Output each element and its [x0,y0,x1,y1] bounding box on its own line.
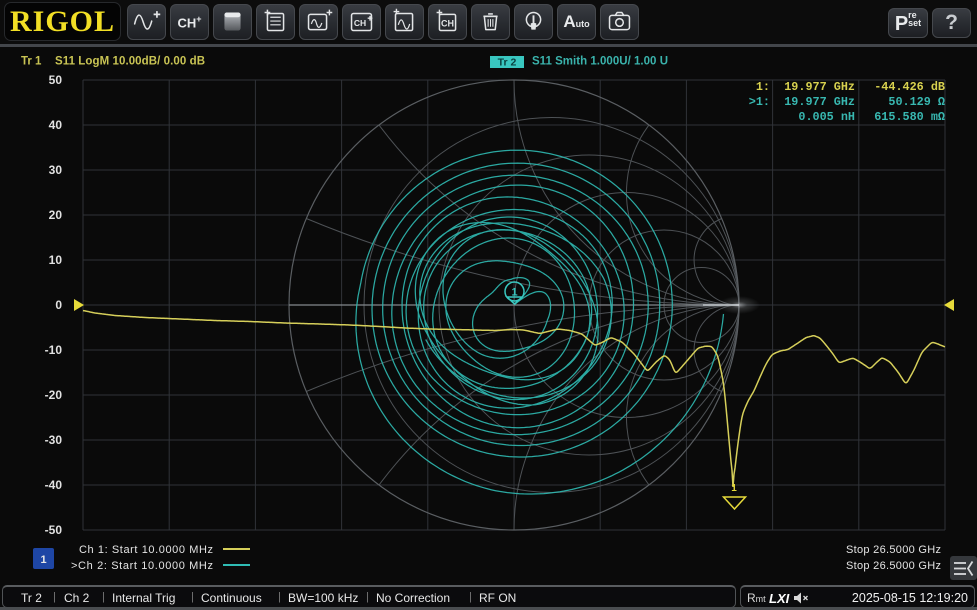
svg-text:19.977 GHz: 19.977 GHz [784,80,855,94]
svg-text:Tr 2: Tr 2 [498,57,517,69]
svg-text:1: 1 [40,554,46,566]
svg-text:Ch 1: Start 10.0000 MHz: Ch 1: Start 10.0000 MHz [79,544,213,556]
svg-text:0.005 nH: 0.005 nH [798,110,855,124]
svg-text:CH: CH [441,19,454,29]
svg-text:40: 40 [49,118,63,132]
svg-text:S11 LogM 10.00dB/ 0.00 dB: S11 LogM 10.00dB/ 0.00 dB [55,56,205,68]
svg-text:-20: -20 [45,388,63,402]
svg-text:Tr 1: Tr 1 [21,56,42,68]
svg-text:-50: -50 [45,523,63,537]
svg-text:20: 20 [49,208,63,222]
svg-text:0: 0 [55,298,62,312]
svg-text:50: 50 [49,73,63,87]
svg-text:CH: CH [354,18,366,28]
svg-text:-10: -10 [45,343,63,357]
svg-text:-30: -30 [45,433,63,447]
svg-text:S11 Smith 1.000U/ 1.00 U: S11 Smith 1.000U/ 1.00 U [532,56,668,68]
svg-text:1: 1 [731,483,737,494]
svg-text:30: 30 [49,163,63,177]
svg-text:1:: 1: [756,80,770,94]
svg-text:615.580 mΩ: 615.580 mΩ [874,110,945,124]
svg-text:19.977 GHz: 19.977 GHz [784,95,855,109]
svg-text:>Ch 2: Start 10.0000 MHz: >Ch 2: Start 10.0000 MHz [71,560,213,572]
svg-text:50.129 Ω: 50.129 Ω [888,95,945,109]
svg-text:Stop 26.5000 GHz: Stop 26.5000 GHz [846,544,941,556]
svg-text:>1:: >1: [749,95,770,109]
svg-text:Stop 26.5000 GHz: Stop 26.5000 GHz [846,560,941,572]
svg-text:10: 10 [49,253,63,267]
svg-text:-40: -40 [45,478,63,492]
svg-text:-44.426 dB: -44.426 dB [874,80,945,94]
